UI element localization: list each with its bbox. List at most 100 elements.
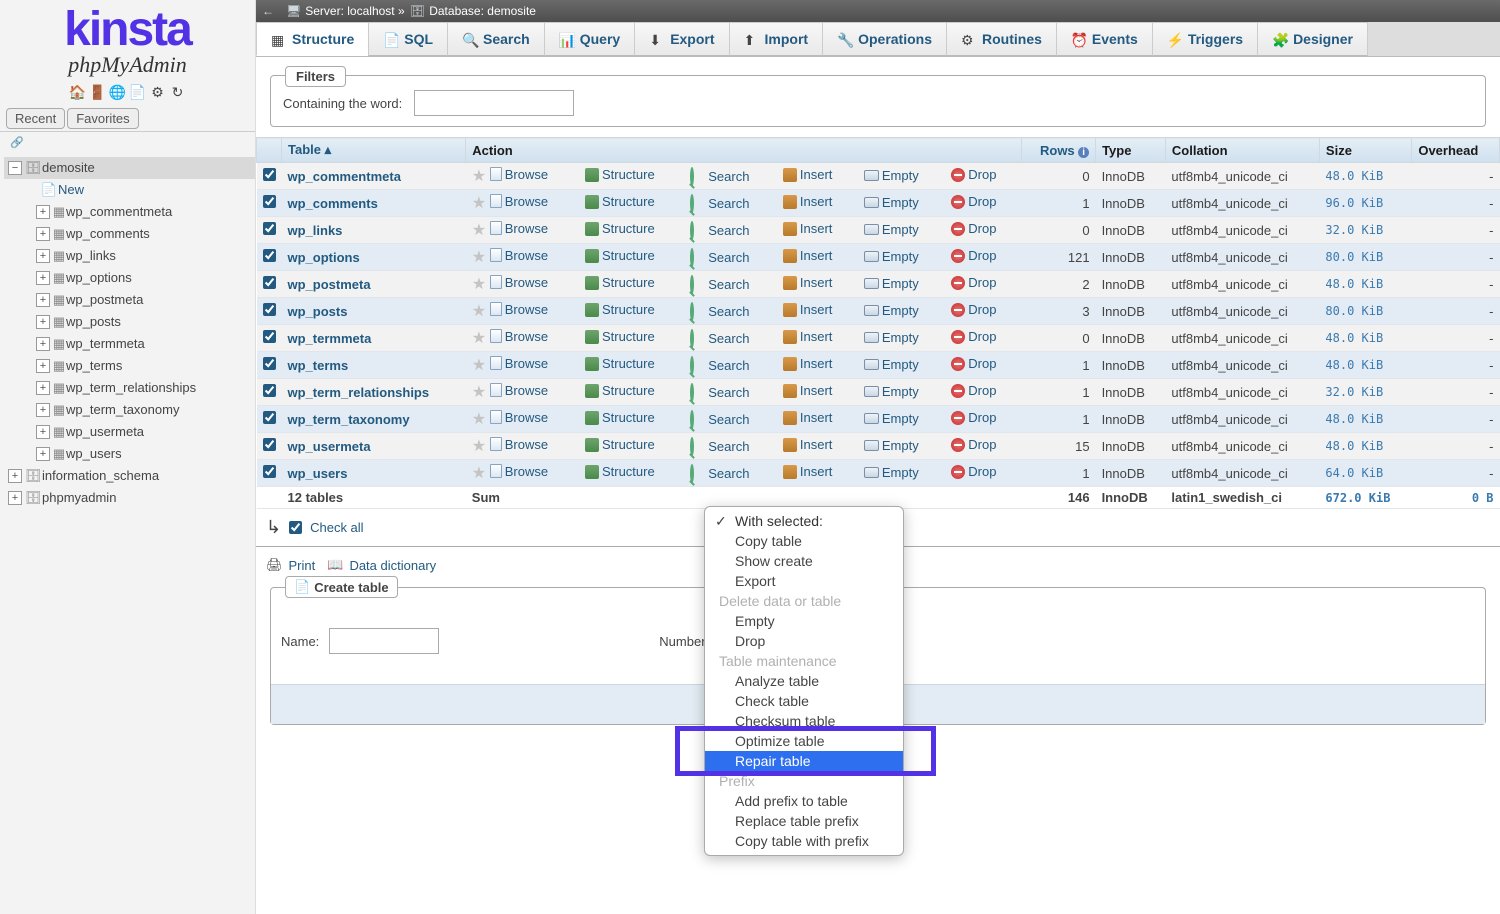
breadcrumb-db[interactable]: demosite <box>487 4 536 18</box>
sidebar-table-link[interactable]: wp_users <box>66 443 122 465</box>
insert-action[interactable]: Insert <box>783 302 833 317</box>
star-icon[interactable]: ★ <box>472 195 486 212</box>
sidebar-table-link[interactable]: wp_terms <box>66 355 122 377</box>
row-checkbox[interactable] <box>263 222 276 235</box>
expand-icon[interactable]: + <box>36 293 50 307</box>
structure-action[interactable]: Structure <box>585 194 655 209</box>
expand-icon[interactable]: + <box>8 469 22 483</box>
refresh-icon[interactable]: ↻ <box>170 84 186 100</box>
favorites-tab[interactable]: Favorites <box>67 108 138 129</box>
search-action[interactable]: Search <box>690 358 749 373</box>
drop-action[interactable]: Drop <box>951 194 996 209</box>
tab-routines[interactable]: ⚙Routines <box>946 22 1057 56</box>
menu-item[interactable]: Copy table with prefix <box>705 831 903 851</box>
menu-item[interactable]: Drop <box>705 631 903 651</box>
star-icon[interactable]: ★ <box>472 438 486 455</box>
search-action[interactable]: Search <box>690 196 749 211</box>
drop-action[interactable]: Drop <box>951 275 996 290</box>
structure-action[interactable]: Structure <box>585 329 655 344</box>
browse-action[interactable]: Browse <box>490 464 548 479</box>
empty-action[interactable]: Empty <box>864 411 919 426</box>
collapse-icon[interactable]: − <box>8 161 22 175</box>
browse-action[interactable]: Browse <box>490 410 548 425</box>
star-icon[interactable]: ★ <box>472 249 486 266</box>
globe-icon[interactable]: 🌐 <box>110 84 126 100</box>
menu-item[interactable]: Add prefix to table <box>705 791 903 811</box>
th-rows[interactable]: Rows i <box>1021 138 1095 163</box>
empty-action[interactable]: Empty <box>864 195 919 210</box>
table-name-link[interactable]: wp_terms <box>288 358 349 373</box>
docs-icon[interactable]: 📄 <box>130 84 146 100</box>
drop-action[interactable]: Drop <box>951 464 996 479</box>
tab-query[interactable]: 📊Query <box>544 22 635 56</box>
search-action[interactable]: Search <box>690 331 749 346</box>
star-icon[interactable]: ★ <box>472 330 486 347</box>
expand-icon[interactable]: + <box>36 227 50 241</box>
row-checkbox[interactable] <box>263 330 276 343</box>
tab-import[interactable]: ⬆Import <box>729 22 824 56</box>
row-checkbox[interactable] <box>263 411 276 424</box>
browse-action[interactable]: Browse <box>490 356 548 371</box>
tab-events[interactable]: ⏰Events <box>1056 22 1153 56</box>
browse-action[interactable]: Browse <box>490 194 548 209</box>
sidebar-table-link[interactable]: wp_term_taxonomy <box>66 399 179 421</box>
structure-action[interactable]: Structure <box>585 437 655 452</box>
search-action[interactable]: Search <box>690 466 749 481</box>
sidebar-table-link[interactable]: wp_links <box>66 245 116 267</box>
structure-action[interactable]: Structure <box>585 167 655 182</box>
drop-action[interactable]: Drop <box>951 410 996 425</box>
sidebar-table-link[interactable]: wp_comments <box>66 223 150 245</box>
table-name-link[interactable]: wp_users <box>288 466 348 481</box>
tab-search[interactable]: 🔍Search <box>447 22 545 56</box>
empty-action[interactable]: Empty <box>864 303 919 318</box>
insert-action[interactable]: Insert <box>783 464 833 479</box>
create-name-input[interactable] <box>329 628 439 654</box>
table-name-link[interactable]: wp_postmeta <box>288 277 371 292</box>
with-selected-menu[interactable]: With selected:Copy tableShow createExpor… <box>704 506 904 856</box>
expand-icon[interactable]: + <box>8 491 22 505</box>
row-checkbox[interactable] <box>263 384 276 397</box>
empty-action[interactable]: Empty <box>864 330 919 345</box>
breadcrumb-server[interactable]: localhost <box>347 4 394 18</box>
drop-action[interactable]: Drop <box>951 167 996 182</box>
structure-action[interactable]: Structure <box>585 248 655 263</box>
search-action[interactable]: Search <box>690 304 749 319</box>
empty-action[interactable]: Empty <box>864 168 919 183</box>
structure-action[interactable]: Structure <box>585 356 655 371</box>
star-icon[interactable]: ★ <box>472 384 486 401</box>
expand-icon[interactable]: + <box>36 249 50 263</box>
star-icon[interactable]: ★ <box>472 357 486 374</box>
drop-action[interactable]: Drop <box>951 248 996 263</box>
table-name-link[interactable]: wp_links <box>288 223 343 238</box>
info-icon[interactable]: i <box>1078 147 1089 158</box>
search-action[interactable]: Search <box>690 169 749 184</box>
search-action[interactable]: Search <box>690 385 749 400</box>
table-name-link[interactable]: wp_commentmeta <box>288 169 401 184</box>
row-checkbox[interactable] <box>263 249 276 262</box>
new-table-link[interactable]: New <box>58 179 84 201</box>
star-icon[interactable]: ★ <box>472 465 486 482</box>
check-all-link[interactable]: Check all <box>310 520 363 535</box>
search-action[interactable]: Search <box>690 439 749 454</box>
drop-action[interactable]: Drop <box>951 383 996 398</box>
browse-action[interactable]: Browse <box>490 383 548 398</box>
th-overhead[interactable]: Overhead <box>1412 138 1500 163</box>
tab-operations[interactable]: 🔧Operations <box>822 22 947 56</box>
insert-action[interactable]: Insert <box>783 194 833 209</box>
empty-action[interactable]: Empty <box>864 384 919 399</box>
insert-action[interactable]: Insert <box>783 383 833 398</box>
expand-icon[interactable]: + <box>36 381 50 395</box>
empty-action[interactable]: Empty <box>864 222 919 237</box>
star-icon[interactable]: ★ <box>472 168 486 185</box>
star-icon[interactable]: ★ <box>472 276 486 293</box>
menu-header[interactable]: With selected: <box>705 511 903 531</box>
db-info-schema[interactable]: information_schema <box>42 465 159 487</box>
data-dictionary-link[interactable]: Data dictionary <box>349 558 436 573</box>
th-type[interactable]: Type <box>1096 138 1166 163</box>
sidebar-table-link[interactable]: wp_term_relationships <box>66 377 196 399</box>
table-name-link[interactable]: wp_options <box>288 250 360 265</box>
empty-action[interactable]: Empty <box>864 249 919 264</box>
table-name-link[interactable]: wp_comments <box>288 196 378 211</box>
row-checkbox[interactable] <box>263 465 276 478</box>
structure-action[interactable]: Structure <box>585 410 655 425</box>
